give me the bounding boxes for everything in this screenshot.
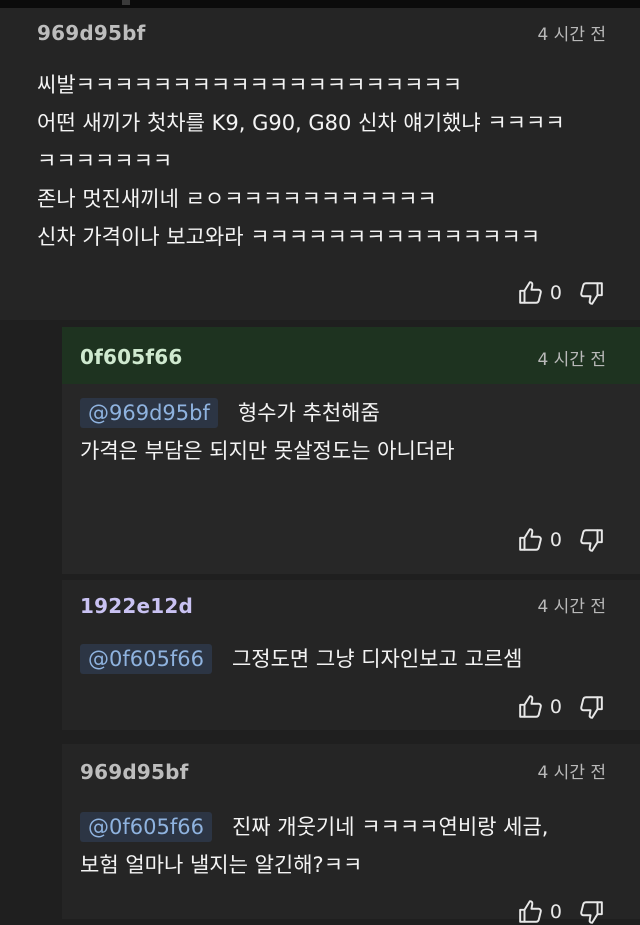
comment: 969d95bf 4 시간 전 씨발ㅋㅋㅋㅋㅋㅋㅋㅋㅋㅋㅋㅋㅋㅋㅋㅋㅋㅋㅋㅋ 어…: [0, 8, 640, 320]
like-count: 0: [549, 529, 562, 551]
reply-comment: 969d95bf 4 시간 전 @0f605f66 진짜 개웃기네 ㅋㅋㅋㅋ연비랑…: [62, 744, 640, 924]
comment-actions: 0: [518, 694, 604, 720]
like-count: 0: [549, 282, 562, 304]
comment-line: 가격은 부담은 되지만 못살정도는 아니더라: [80, 439, 455, 463]
comment-line: 신차 가격이나 보고와라 ㅋㅋㅋㅋㅋㅋㅋㅋㅋㅋㅋㅋㅋㅋㅋ: [37, 225, 541, 249]
status-bar-mark: [122, 0, 130, 5]
comment-text: 진짜 개웃기네 ㅋㅋㅋㅋ연비랑 세금,: [231, 815, 549, 839]
thumbs-up-icon[interactable]: [518, 280, 544, 306]
comment-body: @0f605f66 진짜 개웃기네 ㅋㅋㅋㅋ연비랑 세금, 보험 얼마나 낼지는 …: [80, 808, 548, 884]
comment-body: @0f605f66 그정도면 그냥 디자인보고 고르셈: [80, 640, 522, 678]
comment-line: 존나 멋진새끼네 ㄹㅇㅋㅋㅋㅋㅋㅋㅋㅋㅋㅋㅋ: [37, 187, 437, 211]
comment-author[interactable]: 969d95bf: [80, 760, 189, 784]
thumbs-up-icon[interactable]: [518, 694, 544, 720]
like-count: 0: [549, 901, 562, 923]
comment-author[interactable]: 1922e12d: [80, 594, 193, 618]
comment-time: 4 시간 전: [537, 763, 606, 783]
comment-text: 그정도면 그냥 디자인보고 고르셈: [231, 647, 523, 671]
reply-comment: 0f605f66 4 시간 전 @969d95bf 형수가 추천해줌 가격은 부담…: [62, 327, 640, 574]
comment-line: 보험 얼마나 낼지는 알긴해?ㅋㅋ: [80, 853, 363, 877]
comment-time: 4 시간 전: [537, 350, 606, 370]
comment-body: 씨발ㅋㅋㅋㅋㅋㅋㅋㅋㅋㅋㅋㅋㅋㅋㅋㅋㅋㅋㅋㅋ 어떤 새끼가 첫차를 K9, G9…: [37, 66, 565, 256]
comment-body: @969d95bf 형수가 추천해줌 가격은 부담은 되지만 못살정도는 아니더라: [80, 394, 454, 470]
status-bar: [0, 0, 640, 8]
comment-line: @0f605f66 그정도면 그냥 디자인보고 고르셈: [80, 640, 522, 678]
comment-actions: 0: [518, 527, 604, 553]
thumbs-down-icon[interactable]: [578, 899, 604, 925]
comment-actions: 0: [518, 899, 604, 925]
comment-author[interactable]: 0f605f66: [80, 345, 183, 369]
mention-link[interactable]: @0f605f66: [80, 812, 212, 842]
mention-link[interactable]: @969d95bf: [80, 398, 218, 428]
comment-line: @0f605f66 진짜 개웃기네 ㅋㅋㅋㅋ연비랑 세금,: [80, 808, 548, 846]
comment-time: 4 시간 전: [537, 25, 606, 45]
thumbs-down-icon[interactable]: [578, 280, 604, 306]
reply-comment: 1922e12d 4 시간 전 @0f605f66 그정도면 그냥 디자인보고 고…: [62, 580, 640, 730]
comment-author[interactable]: 969d95bf: [37, 21, 146, 45]
comment-actions: 0: [518, 280, 604, 306]
comment-line: 어떤 새끼가 첫차를 K9, G90, G80 신차 얘기했냐 ㅋㅋㅋㅋ: [37, 111, 565, 135]
comment-time: 4 시간 전: [537, 597, 606, 617]
thumbs-up-icon[interactable]: [518, 899, 544, 925]
thumbs-down-icon[interactable]: [578, 527, 604, 553]
thumbs-down-icon[interactable]: [578, 694, 604, 720]
comment-line: ㅋㅋㅋㅋㅋㅋㅋ: [37, 149, 173, 173]
thumbs-up-icon[interactable]: [518, 527, 544, 553]
comment-text: 형수가 추천해줌: [237, 401, 380, 425]
comment-line: @969d95bf 형수가 추천해줌: [80, 394, 454, 432]
comment-line: 씨발ㅋㅋㅋㅋㅋㅋㅋㅋㅋㅋㅋㅋㅋㅋㅋㅋㅋㅋㅋㅋ: [37, 73, 463, 97]
mention-link[interactable]: @0f605f66: [80, 644, 212, 674]
like-count: 0: [549, 696, 562, 718]
